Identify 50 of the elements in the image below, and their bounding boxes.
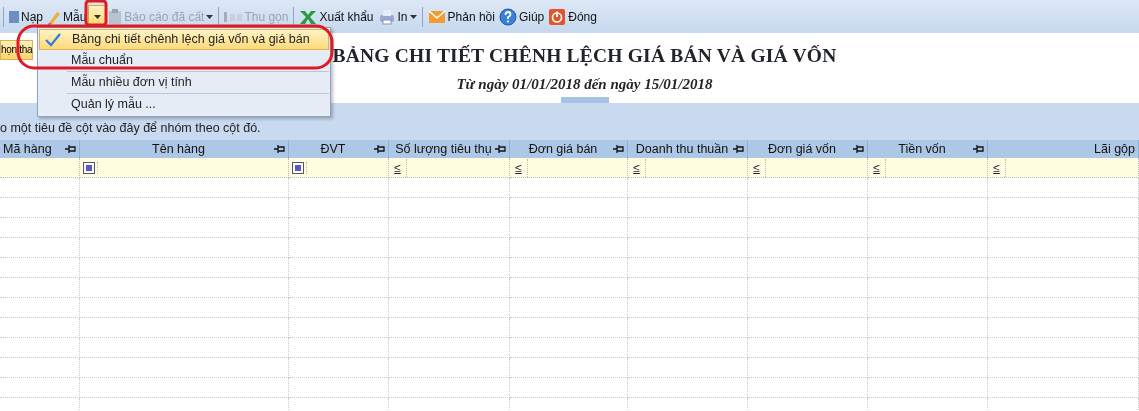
- toolbar-button[interactable]: In: [375, 4, 419, 29]
- column-header[interactable]: Tên hàng: [80, 140, 289, 158]
- filter-cell[interactable]: [80, 158, 289, 178]
- check-icon: [45, 32, 61, 47]
- report-date-range: Từ ngày 01/01/2018 đến ngày 15/01/2018: [456, 75, 713, 95]
- filter-cell[interactable]: ≤: [510, 158, 628, 178]
- toolbar-button[interactable]: Đóng: [546, 4, 599, 29]
- caret-icon: [93, 14, 101, 19]
- filter-cell[interactable]: ≤: [868, 158, 988, 178]
- filter-operator[interactable]: ≤: [628, 158, 646, 177]
- filter-cell[interactable]: ≤: [389, 158, 510, 178]
- filter-operator[interactable]: ≤: [868, 158, 886, 177]
- menu-item[interactable]: Mẫu chuẩn: [39, 50, 329, 71]
- filter-cell[interactable]: ≤: [628, 158, 748, 178]
- column-header[interactable]: Số lượng tiêu thụ: [389, 140, 510, 158]
- group-hint: o một tiêu đề cột vào đây để nhóm theo cột đó.: [0, 121, 261, 135]
- column-header[interactable]: Doanh thu thuần: [628, 140, 748, 158]
- help-icon: [498, 7, 517, 26]
- power-icon: [548, 7, 567, 26]
- folder-icon: [9, 8, 19, 25]
- filter-operator[interactable]: ≤: [389, 158, 407, 177]
- collapse-handle[interactable]: [560, 97, 609, 103]
- excel-icon: [299, 8, 318, 25]
- filter-cell[interactable]: [289, 158, 389, 178]
- checkbox-icon: [291, 161, 304, 174]
- menu-item[interactable]: Mẫu nhiều đơn vị tính: [39, 72, 329, 93]
- filter-cell[interactable]: ≤: [988, 158, 1139, 178]
- report-title: BẢNG CHI TIẾT CHÊNH LỆCH GIÁ BÁN VÀ GIÁ VỐN: [332, 44, 837, 68]
- filter-operator[interactable]: ≤: [510, 158, 528, 177]
- checkbox-icon: [82, 161, 95, 174]
- column-header[interactable]: ĐVT: [289, 140, 389, 158]
- filter-cell[interactable]: ≤: [748, 158, 868, 178]
- column-header[interactable]: Tiền vốn: [868, 140, 988, 158]
- envelope-icon: [427, 9, 446, 24]
- filter-operator[interactable]: ≤: [988, 158, 1006, 177]
- column-header[interactable]: Đơn giá bán: [510, 140, 628, 158]
- printer-icon: [377, 8, 396, 25]
- toolbar-button[interactable]: Phản hồi: [425, 4, 497, 29]
- column-header[interactable]: Mã hàng: [0, 140, 80, 158]
- column-header[interactable]: Lãi gộp: [988, 140, 1139, 158]
- tab-button[interactable]: họn tha: [0, 40, 34, 60]
- clipboard-icon: [108, 8, 123, 25]
- menu-item[interactable]: Quản lý mẫu ...: [39, 94, 329, 115]
- column-header[interactable]: Đơn giá vốn: [748, 140, 868, 158]
- toolbar-button[interactable]: Xuất khẩu: [297, 4, 376, 29]
- filter-operator[interactable]: ≤: [748, 158, 766, 177]
- menu-item[interactable]: Bảng chi tiết chênh lệch giá vốn và giá bán: [39, 29, 329, 50]
- filter-cell[interactable]: [0, 158, 80, 178]
- toolbar-button[interactable]: Nạp: [7, 4, 45, 29]
- toolbar-button[interactable]: Giúp: [496, 4, 547, 29]
